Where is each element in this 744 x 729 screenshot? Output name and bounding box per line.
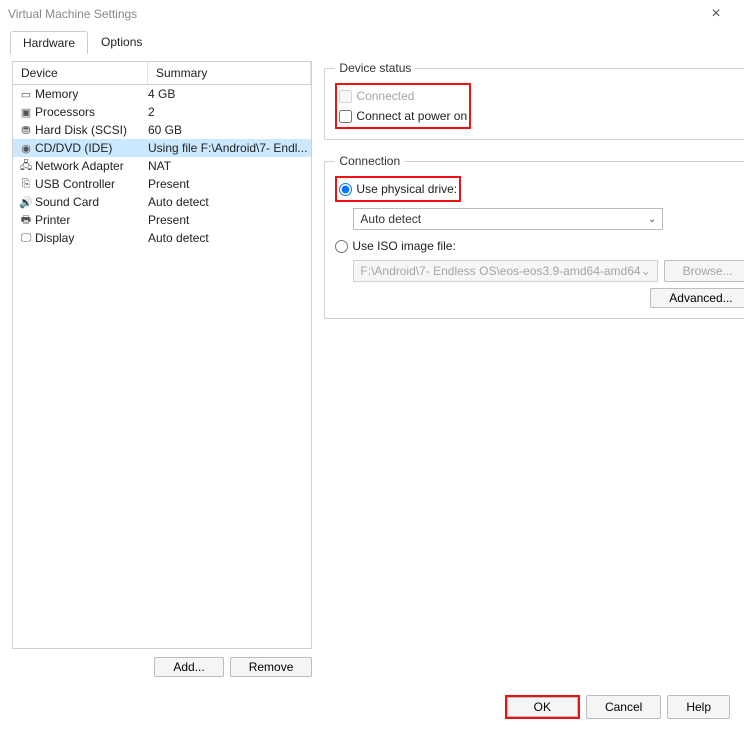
device-status-legend: Device status — [335, 61, 415, 75]
physical-drive-value: Auto detect — [360, 212, 421, 226]
tab-options[interactable]: Options — [88, 30, 155, 53]
chevron-down-icon: ⌄ — [648, 214, 656, 225]
device-name: USB Controller — [35, 177, 148, 191]
use-physical-drive-label: Use physical drive: — [356, 182, 457, 196]
device-table: Device Summary ▭Memory4 GB▣Processors2⛃H… — [12, 61, 312, 649]
network-icon: 🖧 — [17, 157, 35, 176]
window-title: Virtual Machine Settings — [8, 7, 696, 21]
close-icon[interactable]: × — [696, 0, 736, 28]
device-name: Network Adapter — [35, 159, 148, 173]
use-iso-label: Use ISO image file: — [352, 239, 455, 253]
connect-power-on-checkbox[interactable] — [339, 110, 352, 123]
ok-button[interactable]: OK — [507, 697, 578, 717]
device-row[interactable]: ◉CD/DVD (IDE)Using file F:\Android\7- En… — [13, 139, 311, 157]
chevron-down-icon: ⌄ — [641, 264, 651, 278]
add-button[interactable]: Add... — [154, 657, 223, 677]
device-summary: Present — [148, 213, 311, 227]
device-name: Memory — [35, 87, 148, 101]
device-row[interactable]: 🖶PrinterPresent — [13, 211, 311, 229]
device-summary: Using file F:\Android\7- Endl... — [148, 141, 311, 155]
iso-path-field: F:\Android\7- Endless OS\eos-eos3.9-amd6… — [353, 260, 657, 282]
device-summary: Auto detect — [148, 231, 311, 245]
usb-icon: ⎘ — [17, 178, 35, 191]
device-summary: 4 GB — [148, 87, 311, 101]
physical-drive-dropdown[interactable]: Auto detect ⌄ — [353, 208, 663, 230]
advanced-button[interactable]: Advanced... — [650, 288, 744, 308]
remove-button[interactable]: Remove — [230, 657, 313, 677]
connection-group: Connection Use physical drive: Auto dete… — [324, 154, 744, 319]
printer-icon: 🖶 — [17, 211, 35, 230]
tab-hardware[interactable]: Hardware — [10, 31, 88, 54]
device-summary: 2 — [148, 105, 311, 119]
device-row[interactable]: 🖧Network AdapterNAT — [13, 157, 311, 175]
memory-icon: ▭ — [17, 88, 35, 101]
display-icon: 🖵 — [17, 232, 35, 245]
device-name: Printer — [35, 213, 148, 227]
cd-icon: ◉ — [17, 142, 35, 155]
device-name: Hard Disk (SCSI) — [35, 123, 148, 137]
connect-power-on-label: Connect at power on — [356, 109, 467, 123]
device-row[interactable]: ⛃Hard Disk (SCSI)60 GB — [13, 121, 311, 139]
use-physical-drive-radio[interactable] — [339, 183, 352, 196]
device-row[interactable]: 🔊Sound CardAuto detect — [13, 193, 311, 211]
connected-label: Connected — [356, 89, 414, 103]
device-name: CD/DVD (IDE) — [35, 141, 148, 155]
device-summary: NAT — [148, 159, 311, 173]
device-name: Display — [35, 231, 148, 245]
cpu-icon: ▣ — [17, 106, 35, 119]
connection-legend: Connection — [335, 154, 404, 168]
device-row[interactable]: 🖵DisplayAuto detect — [13, 229, 311, 247]
cancel-button[interactable]: Cancel — [586, 695, 661, 719]
sound-icon: 🔊 — [17, 196, 35, 209]
titlebar: Virtual Machine Settings × — [0, 0, 744, 28]
device-row[interactable]: ▣Processors2 — [13, 103, 311, 121]
tab-strip: Hardware Options — [0, 28, 744, 53]
dialog-buttons: OK Cancel Help — [505, 695, 730, 719]
use-iso-radio[interactable] — [335, 240, 348, 253]
column-summary[interactable]: Summary — [148, 62, 311, 84]
device-summary: Auto detect — [148, 195, 311, 209]
hdd-icon: ⛃ — [17, 124, 35, 137]
device-status-group: Device status Connected Connect at power… — [324, 61, 744, 140]
connected-checkbox — [339, 90, 352, 103]
browse-button: Browse... — [664, 260, 744, 282]
help-button[interactable]: Help — [667, 695, 730, 719]
device-summary: Present — [148, 177, 311, 191]
column-device[interactable]: Device — [13, 62, 148, 84]
device-row[interactable]: ⎘USB ControllerPresent — [13, 175, 311, 193]
device-table-header: Device Summary — [13, 62, 311, 85]
device-row[interactable]: ▭Memory4 GB — [13, 85, 311, 103]
device-name: Sound Card — [35, 195, 148, 209]
device-name: Processors — [35, 105, 148, 119]
iso-path-value: F:\Android\7- Endless OS\eos-eos3.9-amd6… — [360, 264, 640, 278]
device-summary: 60 GB — [148, 123, 311, 137]
